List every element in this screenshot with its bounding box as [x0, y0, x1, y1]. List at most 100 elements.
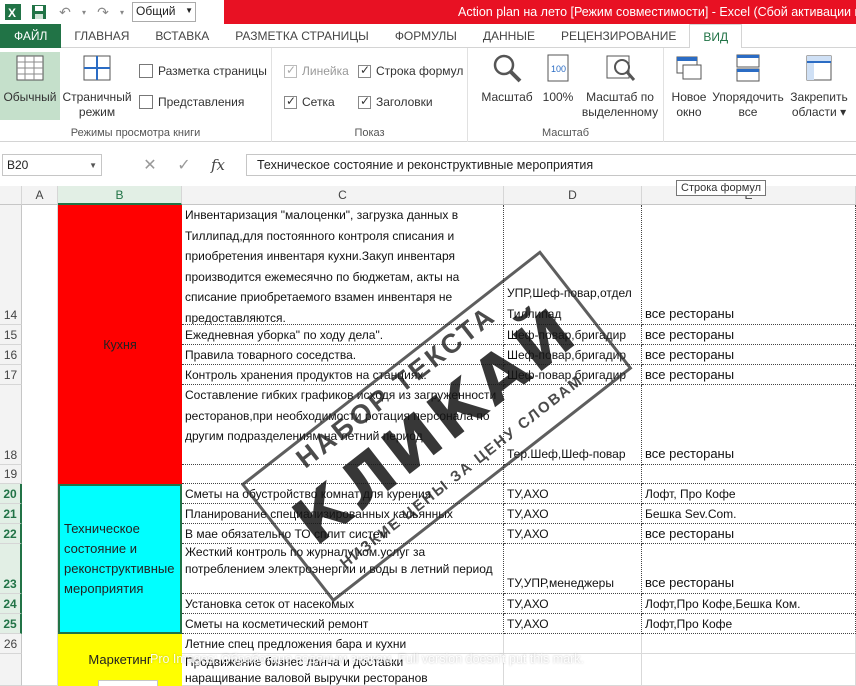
cell-b-tech-selected[interactable]: Техническое состояние и реконструктивные…: [58, 484, 182, 634]
row-header-18[interactable]: 18: [0, 385, 22, 465]
page-break-view-button[interactable]: Страничный режим: [62, 52, 132, 120]
zoom-to-selection-button[interactable]: Масштаб по выделенному: [578, 52, 662, 120]
cell-e15[interactable]: все рестораны: [642, 325, 856, 345]
cell-d16[interactable]: Шеф-повар,бригадир: [504, 345, 642, 365]
headings-checkbox[interactable]: Заголовки: [358, 94, 433, 109]
cell-d19[interactable]: [504, 465, 642, 484]
cell-e25[interactable]: Лофт,Про Кофе: [642, 614, 856, 634]
cell-d14[interactable]: УПР,Шеф-повар,отдел Тиллипад: [504, 205, 642, 325]
cell-e14[interactable]: все рестораны: [642, 205, 856, 325]
cell-c22[interactable]: В мае обязательно ТО сплит систем: [182, 524, 504, 544]
cell-c18[interactable]: Составление гибких графиков исходя из за…: [182, 385, 504, 465]
tab-data[interactable]: ДАННЫЕ: [470, 24, 548, 48]
cell-d25[interactable]: ТУ,АХО: [504, 614, 642, 634]
cell-b-kitchen[interactable]: Кухня: [58, 205, 182, 484]
cell-e23[interactable]: все рестораны: [642, 544, 856, 594]
select-all-corner[interactable]: [0, 186, 22, 205]
tab-formulas[interactable]: ФОРМУЛЫ: [382, 24, 470, 48]
row-header-17[interactable]: 17: [0, 365, 22, 385]
row-header-21[interactable]: 21: [0, 504, 22, 524]
arrange-all-button[interactable]: Упорядочить все: [712, 52, 784, 120]
cell-b-kitchen-text: Кухня: [103, 337, 137, 352]
undo-dropdown-icon[interactable]: ▾: [78, 1, 90, 23]
cell-c26[interactable]: Летние спец предложения бара и кухни: [182, 634, 504, 654]
insert-function-icon[interactable]: fx: [201, 156, 235, 174]
cell-d15[interactable]: Шеф-повар,бригадир: [504, 325, 642, 345]
new-window-button[interactable]: Новое окно: [666, 52, 712, 120]
redo-icon[interactable]: ↷: [90, 1, 116, 23]
custom-views-button[interactable]: Представления: [139, 95, 244, 109]
cell-e17[interactable]: все рестораны: [642, 365, 856, 385]
cell-c23[interactable]: Жесткий контроль по журналу ком.услуг за…: [182, 544, 504, 594]
column-header-a[interactable]: A: [22, 186, 58, 205]
cell-d24[interactable]: ТУ,АХО: [504, 594, 642, 614]
cell-d18[interactable]: Тер.Шеф,Шеф-повар: [504, 385, 642, 465]
cell-d22[interactable]: ТУ,АХО: [504, 524, 642, 544]
row-header-16[interactable]: 16: [0, 345, 22, 365]
cell-e19[interactable]: [642, 465, 856, 484]
svg-text:X: X: [8, 6, 16, 20]
row-header-26[interactable]: 26: [0, 634, 22, 654]
cell-e18[interactable]: все рестораны: [642, 385, 856, 465]
cell-c21[interactable]: Планирование специализированных кальянны…: [182, 504, 504, 524]
cell-e16[interactable]: все рестораны: [642, 345, 856, 365]
row-header-14[interactable]: 14: [0, 205, 22, 325]
name-box[interactable]: B20 ▼: [2, 154, 102, 176]
cell-e21[interactable]: Бешка Sev.Com.: [642, 504, 856, 524]
row-header-20[interactable]: 20: [0, 484, 22, 504]
cell-e26[interactable]: [642, 634, 856, 654]
cell-c16[interactable]: Правила товарного соседства.: [182, 345, 504, 365]
row-header-27[interactable]: [0, 654, 22, 686]
row-header-24[interactable]: 24: [0, 594, 22, 614]
redo-dropdown-icon[interactable]: ▾: [116, 1, 128, 23]
cell-c19[interactable]: [182, 465, 504, 484]
column-header-d[interactable]: D: [504, 186, 642, 205]
number-format-select[interactable]: Общий ▼: [132, 2, 196, 22]
gridlines-checkbox[interactable]: Сетка: [284, 94, 335, 109]
formula-bar-checkbox[interactable]: Строка формул: [358, 63, 463, 78]
group-label-views: Режимы просмотра книги: [70, 127, 201, 139]
undo-icon[interactable]: ↶: [52, 1, 78, 23]
cancel-icon[interactable]: ✕: [133, 155, 167, 175]
cell-c25[interactable]: Сметы на косметический ремонт: [182, 614, 504, 634]
cell-d23[interactable]: ТУ,УПР,менеджеры: [504, 544, 642, 594]
sheet-tab[interactable]: [98, 680, 158, 686]
row-header-15[interactable]: 15: [0, 325, 22, 345]
cell-c15[interactable]: Ежедневная уборка" по ходу дела".: [182, 325, 504, 345]
tab-view[interactable]: ВИД: [689, 24, 743, 49]
page-layout-button[interactable]: Разметка страницы: [139, 64, 267, 78]
cell-c17[interactable]: Контроль хранения продуктов на станциях.: [182, 365, 504, 385]
cell-d20[interactable]: ТУ,АХО: [504, 484, 642, 504]
cell-e24[interactable]: Лофт,Про Кофе,Бешка Ком.: [642, 594, 856, 614]
zoom-button[interactable]: Масштаб: [476, 52, 538, 105]
row-header-23[interactable]: 23: [0, 544, 22, 594]
save-icon[interactable]: [26, 1, 52, 23]
tab-file[interactable]: ФАЙЛ: [0, 24, 62, 48]
cell-d26[interactable]: [504, 634, 642, 654]
ruler-checkbox[interactable]: Линейка: [284, 63, 349, 78]
cell-e22[interactable]: все рестораны: [642, 524, 856, 544]
tab-page-layout[interactable]: РАЗМЕТКА СТРАНИЦЫ: [222, 24, 382, 48]
cell-c14[interactable]: Инвентаризация "малоценки", загрузка дан…: [182, 205, 504, 325]
row-header-22[interactable]: 22: [0, 524, 22, 544]
cell-e27[interactable]: [642, 654, 856, 686]
column-header-c[interactable]: C: [182, 186, 504, 205]
tab-insert[interactable]: ВСТАВКА: [142, 24, 222, 48]
tab-home[interactable]: ГЛАВНАЯ: [61, 24, 142, 48]
freeze-panes-button[interactable]: Закрепить области ▾: [786, 52, 852, 120]
column-header-b[interactable]: B: [58, 186, 182, 205]
column-a-cells[interactable]: [22, 205, 58, 686]
row-header-19[interactable]: 19: [0, 465, 22, 484]
zoom-100-button[interactable]: 100 100%: [540, 52, 576, 105]
cell-d17[interactable]: Шеф-повар,бригадир: [504, 365, 642, 385]
normal-view-button[interactable]: Обычный: [0, 52, 60, 120]
cell-c24[interactable]: Установка сеток от насекомых: [182, 594, 504, 614]
cell-c20[interactable]: Сметы на обустройство комнат для курения: [182, 484, 504, 504]
custom-views-icon: [139, 95, 153, 109]
formula-input[interactable]: Техническое состояние и реконструктивные…: [246, 154, 856, 176]
tab-review[interactable]: РЕЦЕНЗИРОВАНИЕ: [548, 24, 689, 48]
enter-icon[interactable]: ✓: [167, 155, 201, 175]
cell-e20[interactable]: Лофт, Про Кофе: [642, 484, 856, 504]
cell-d21[interactable]: ТУ,АХО: [504, 504, 642, 524]
row-header-25[interactable]: 25: [0, 614, 22, 634]
